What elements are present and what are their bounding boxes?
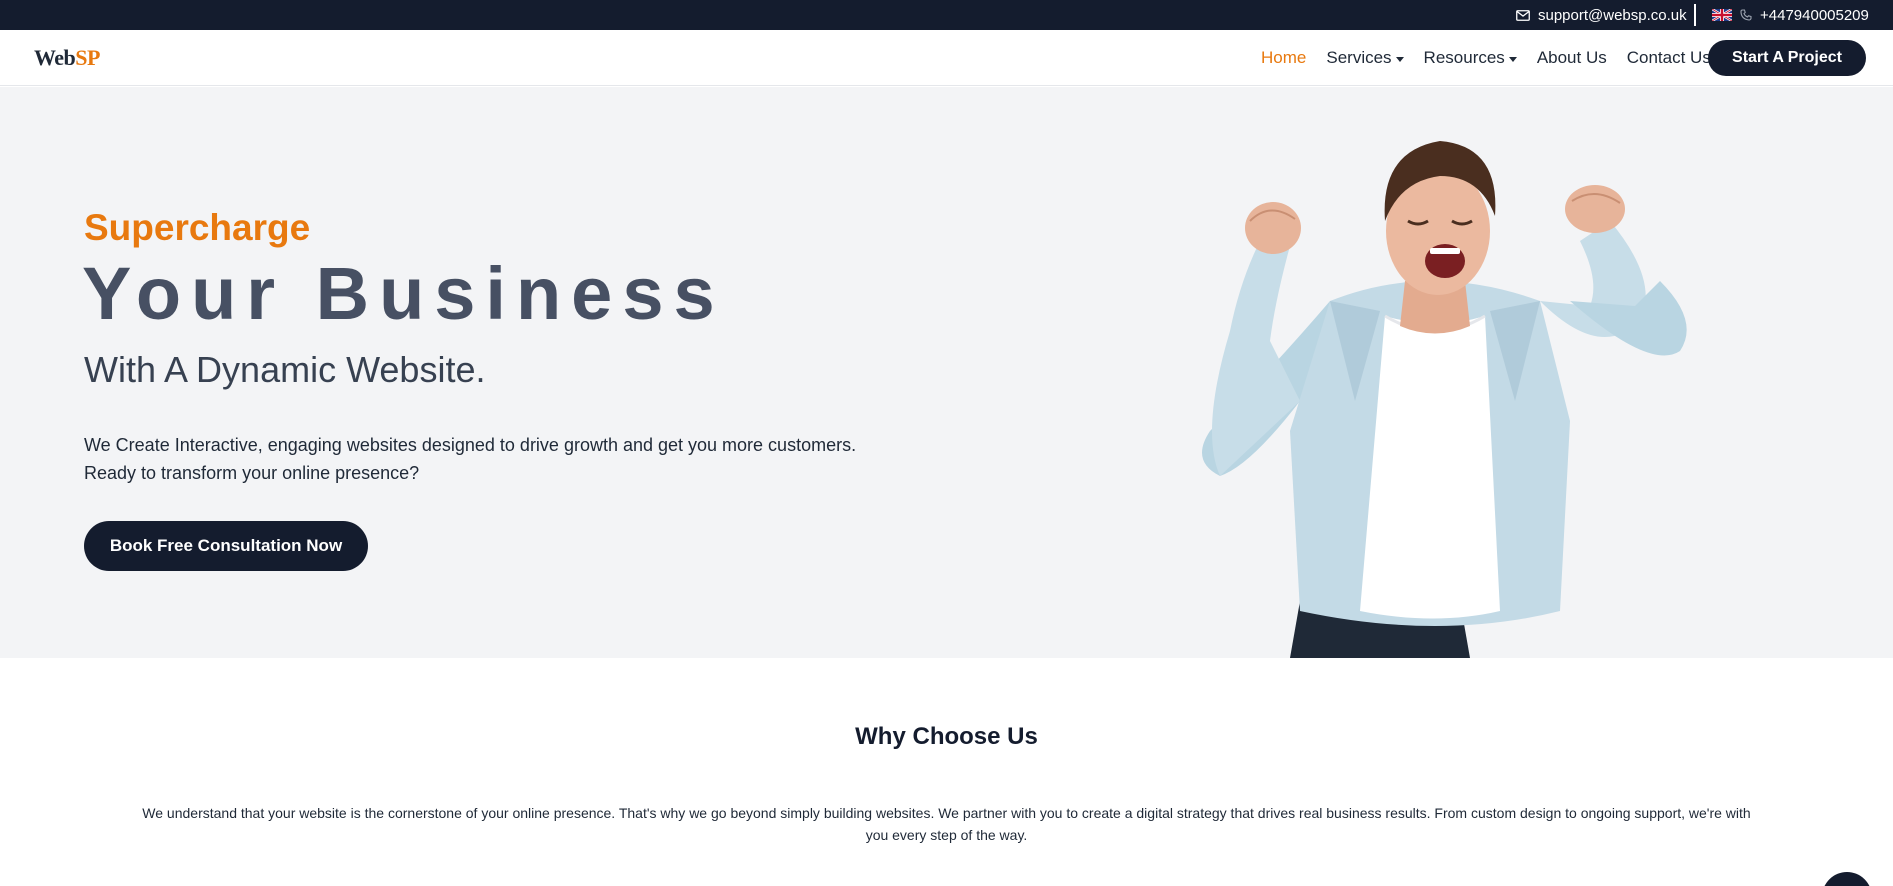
nav-home[interactable]: Home (1261, 48, 1306, 68)
nav-services[interactable]: Services (1326, 48, 1404, 68)
nav-about-label: About Us (1536, 48, 1607, 67)
hero-description: We Create Interactive, engaging websites… (84, 431, 984, 487)
hero-person-image (1180, 131, 1720, 658)
phone-number-text: +447940005209 (1760, 6, 1869, 24)
uk-flag-icon (1712, 9, 1732, 21)
topbar-divider (1694, 4, 1696, 26)
nav-resources-label: Resources (1423, 48, 1505, 67)
caret-down-icon (1395, 57, 1404, 62)
hero-headline: Your Business (82, 252, 725, 335)
nav-home-label: Home (1261, 48, 1307, 67)
logo-text-web: Web (34, 45, 76, 70)
nav-services-label: Services (1326, 48, 1392, 67)
start-project-button[interactable]: Start A Project (1708, 40, 1866, 76)
why-choose-us-text: We understand that your website is the c… (142, 805, 1751, 843)
mail-icon (1516, 9, 1530, 21)
chat-widget-button[interactable] (1822, 872, 1872, 886)
main-nav: Home Services Resources About Us Contact… (1261, 30, 1731, 86)
phone-link[interactable]: +447940005209 (1712, 0, 1869, 30)
top-contact-bar: support@websp.co.uk +447940005209 (0, 0, 1893, 30)
phone-icon (1740, 9, 1752, 21)
nav-resources[interactable]: Resources (1424, 48, 1517, 68)
hero-subhead: With A Dynamic Website. (84, 349, 486, 390)
why-choose-us-heading: Why Choose Us (855, 723, 1038, 750)
nav-about-us[interactable]: About Us (1537, 48, 1607, 68)
hero-description-line2: Ready to transform your online presence? (84, 463, 420, 483)
book-consultation-button[interactable]: Book Free Consultation Now (84, 521, 368, 571)
nav-contact-us[interactable]: Contact Us (1627, 48, 1711, 68)
logo-text-sp: SP (75, 45, 100, 70)
hero-description-line1: We Create Interactive, engaging websites… (84, 435, 857, 455)
hero-kicker: Supercharge (84, 207, 311, 248)
support-email-link[interactable]: support@websp.co.uk (1516, 0, 1687, 30)
caret-down-icon (1508, 57, 1517, 62)
support-email-text: support@websp.co.uk (1538, 6, 1687, 24)
nav-contact-label: Contact Us (1626, 48, 1711, 67)
hero-section: Supercharge Your Business With A Dynamic… (0, 87, 1893, 658)
site-header: WebSP Home Services Resources About Us C… (0, 30, 1893, 86)
site-logo[interactable]: WebSP (34, 45, 100, 71)
